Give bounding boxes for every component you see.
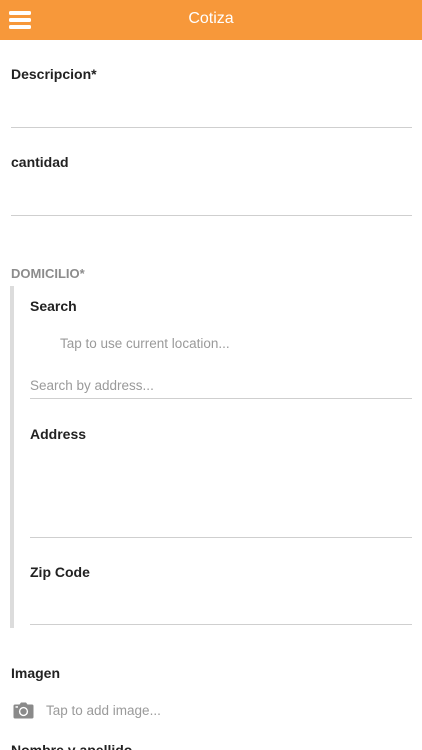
imagen-label: Imagen [11,665,61,681]
cantidad-label: cantidad [11,154,69,170]
cantidad-underline [11,215,412,216]
descripcion-field[interactable] [11,88,412,127]
zip-code-underline [30,624,412,625]
search-address-input[interactable]: Search by address... [30,378,154,393]
descripcion-label: Descripcion* [11,66,97,82]
top-bar: Cotiza [0,0,422,40]
cantidad-field[interactable] [11,176,412,215]
quote-form-screen: Cotiza Descripcion* cantidad DOMICILIO* … [0,0,422,750]
page-title: Cotiza [188,10,234,27]
address-field[interactable] [30,448,412,536]
domicilio-section-label: DOMICILIO* [11,266,85,281]
search-label: Search [30,298,77,314]
address-label: Address [30,426,87,442]
use-current-location-link[interactable]: Tap to use current location... [60,336,230,351]
address-underline [30,537,412,538]
next-field-label: Nombre y apellido [11,742,133,750]
camera-icon[interactable] [13,702,34,719]
zip-code-field[interactable] [30,586,412,624]
zip-code-label: Zip Code [30,564,90,580]
domicilio-section-bar [10,286,14,628]
descripcion-underline [11,127,412,128]
add-image-link[interactable]: Tap to add image... [46,703,161,718]
search-address-underline [30,398,412,399]
